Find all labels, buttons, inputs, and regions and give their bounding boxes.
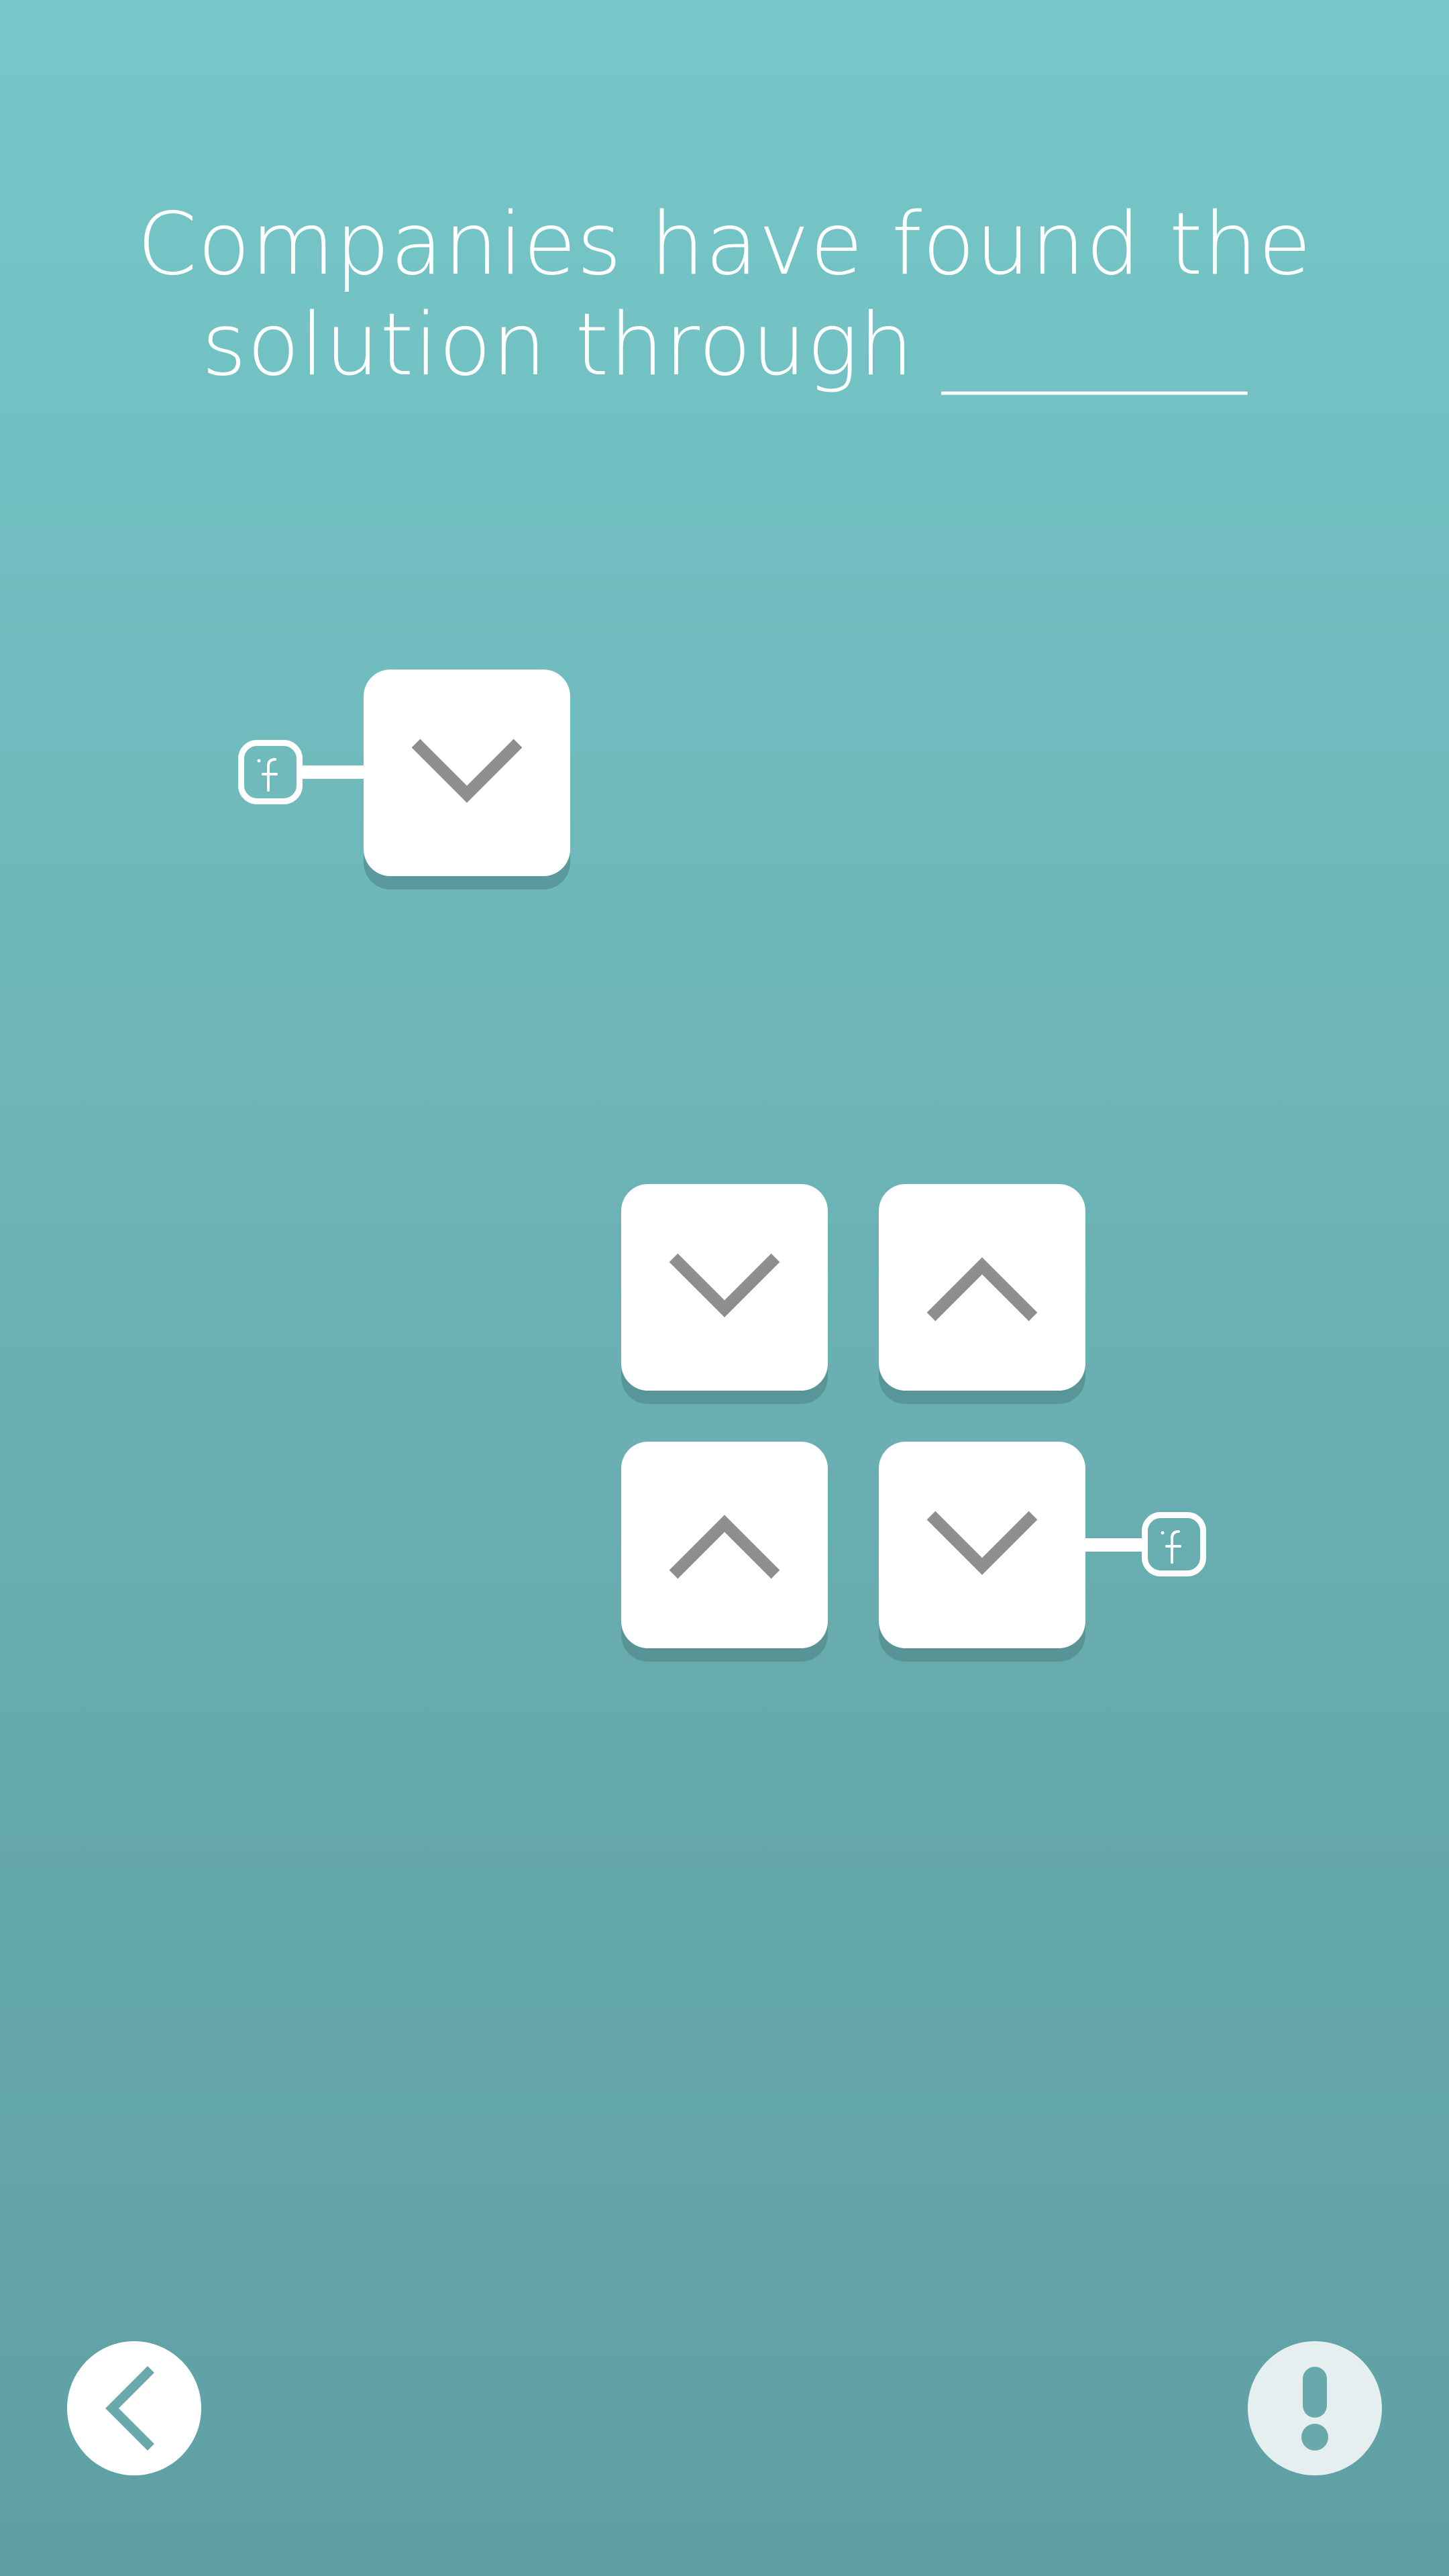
arrow-tile-1[interactable] xyxy=(364,669,570,876)
facebook-icon xyxy=(1161,1530,1181,1564)
question-line-2: solution through _______ xyxy=(201,295,1248,395)
arrow-tile-5[interactable] xyxy=(879,1442,1085,1648)
question-line-1: Companies have found the xyxy=(137,195,1312,294)
facebook-node-left xyxy=(238,740,303,804)
facebook-node-right xyxy=(1142,1512,1206,1576)
connector-right xyxy=(1085,1538,1144,1552)
arrow-tile-4[interactable] xyxy=(621,1442,828,1648)
connector-left xyxy=(303,765,364,779)
chevron-down-icon xyxy=(411,739,523,803)
hint-button[interactable] xyxy=(1248,2341,1382,2475)
chevron-up-icon xyxy=(669,1515,780,1579)
arrow-tile-2[interactable] xyxy=(621,1184,828,1391)
chevron-left-icon xyxy=(105,2366,154,2451)
arrow-tile-3[interactable] xyxy=(879,1184,1085,1391)
exclamation-icon xyxy=(1301,2367,1328,2451)
chevron-down-icon xyxy=(669,1253,780,1318)
back-button[interactable] xyxy=(67,2341,201,2475)
question-text: Companies have found the solution throug… xyxy=(54,195,1395,396)
chevron-down-icon xyxy=(926,1511,1038,1575)
facebook-icon xyxy=(257,758,278,792)
chevron-up-icon xyxy=(926,1257,1038,1322)
